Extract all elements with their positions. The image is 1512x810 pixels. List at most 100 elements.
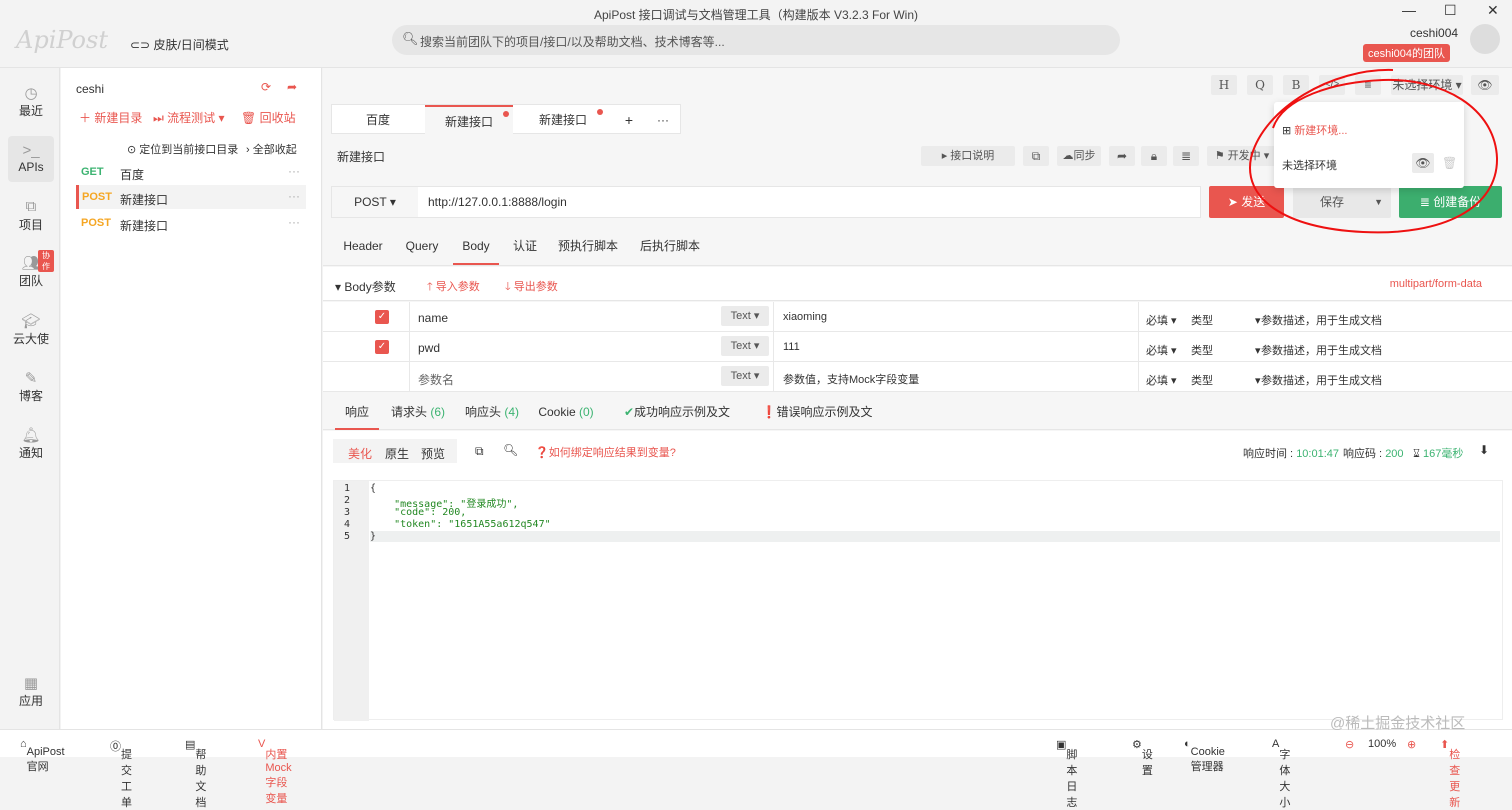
label: 脚本日志: [1066, 749, 1078, 809]
maximize-button[interactable]: ☐: [1444, 2, 1457, 19]
copy-icon[interactable]: ⧉: [475, 444, 484, 459]
beautify-tab[interactable]: 美化: [348, 445, 372, 462]
checkbox[interactable]: ✓: [375, 340, 389, 354]
settings-button[interactable]: ⚙ 设置: [1132, 738, 1153, 777]
cookie-manager-button[interactable]: ◐ Cookie管理器: [1184, 738, 1225, 773]
param-desc[interactable]: 参数描述，用于生成文档: [1261, 312, 1382, 328]
nav-apps[interactable]: ▦ 应用: [8, 668, 54, 714]
tree-item-active[interactable]: POST 新建接口 ···: [76, 185, 306, 209]
nav-recent[interactable]: ◷ 最近: [8, 78, 54, 124]
team-badge[interactable]: ceshi004的团队: [1363, 44, 1451, 62]
share-icon[interactable]: ➦: [1109, 146, 1135, 166]
add-tab-button[interactable]: +: [614, 105, 644, 135]
param-value[interactable]: xiaoming: [783, 311, 827, 323]
body-collapse[interactable]: ▾ Body参数: [335, 278, 396, 295]
nav-ambassador[interactable]: 🎓︎ 云大使: [8, 306, 54, 352]
value-type-select[interactable]: 类型 ▾: [1191, 372, 1261, 388]
param-row: ✓ name Text ▾ xiaoming 必填 ▾ 类型 ▾ 参数描述，用于生成文档: [323, 302, 1512, 332]
download-icon[interactable]: ⬇: [1479, 443, 1489, 457]
minimize-button[interactable]: —: [1402, 2, 1416, 18]
nav-notify[interactable]: 🔔︎ 通知: [8, 420, 54, 466]
checkbox[interactable]: ✓: [375, 310, 389, 324]
required-select[interactable]: 必填 ▾: [1146, 372, 1177, 388]
tab-baidu[interactable]: 百度: [332, 105, 424, 135]
tab-pre-script[interactable]: 预执行脚本: [553, 231, 623, 261]
param-key[interactable]: name: [418, 311, 448, 325]
nav-blog[interactable]: ✎ 博客: [8, 363, 54, 409]
mock-link[interactable]: V 内置Mock字段变量: [258, 738, 292, 805]
value-type-select[interactable]: 类型 ▾: [1191, 312, 1261, 328]
flow-test-button[interactable]: ⏭ 流程测试 ▾: [153, 109, 225, 126]
username[interactable]: ceshi004: [1410, 26, 1458, 40]
ticket-link[interactable]: ⓪ 提交工单: [110, 738, 132, 809]
body-type-select[interactable]: multipart/form-data: [1390, 278, 1482, 290]
tab-new-api[interactable]: 新建接口: [517, 105, 609, 135]
more-icon[interactable]: ···: [288, 189, 300, 203]
search-input[interactable]: 🔍︎ 搜索当前团队下的项目/接口/以及帮助文档、技术博客等...: [392, 25, 1120, 55]
bind-help-link[interactable]: ❓如何绑定响应结果到变量?: [535, 444, 676, 460]
param-type-select[interactable]: Text ▾: [721, 306, 769, 326]
refresh-icon[interactable]: ⟳: [261, 80, 271, 94]
database-icon[interactable]: ≣: [1173, 146, 1199, 166]
param-value[interactable]: 111: [783, 341, 800, 353]
param-type-select[interactable]: Text ▾: [721, 366, 769, 386]
tree-item[interactable]: POST 新建接口 ···: [76, 211, 306, 235]
param-desc[interactable]: 参数描述，用于生成文档: [1261, 342, 1382, 358]
close-button[interactable]: ✕: [1487, 2, 1499, 19]
skin-toggle[interactable]: ⊂⊃ 皮肤/日间模式: [130, 36, 229, 53]
method-select[interactable]: POST ▾: [332, 187, 418, 217]
share-icon[interactable]: ➦: [287, 80, 297, 94]
sync-button[interactable]: ☁同步: [1057, 146, 1101, 166]
tab-success-doc[interactable]: ✔成功响应示例及文档: [619, 397, 735, 449]
more-tabs-button[interactable]: ···: [648, 105, 678, 135]
collapse-all-button[interactable]: › 全部收起: [246, 141, 297, 157]
avatar[interactable]: [1470, 24, 1500, 54]
tab-auth[interactable]: 认证: [505, 231, 545, 261]
heading-button[interactable]: H: [1211, 75, 1237, 95]
tab-body[interactable]: Body: [453, 231, 499, 265]
param-key[interactable]: 参数名: [418, 371, 454, 388]
new-dir-button[interactable]: ＋ 新建目录: [79, 109, 142, 126]
site-link[interactable]: ⌂ ApiPost官网: [20, 738, 65, 773]
tab-error-doc[interactable]: ❗错误响应示例及文档: [759, 397, 875, 449]
required-select[interactable]: 必填 ▾: [1146, 342, 1177, 358]
export-params-button[interactable]: 🡓 导出参数: [505, 278, 558, 297]
required-select[interactable]: 必填 ▾: [1146, 312, 1177, 328]
tab-response-headers[interactable]: 响应头 (4): [463, 397, 521, 427]
tab-query[interactable]: Query: [395, 231, 449, 261]
param-key[interactable]: pwd: [418, 341, 440, 355]
copy-icon[interactable]: ⧉: [1023, 146, 1049, 166]
tab-cookie[interactable]: Cookie (0): [537, 397, 595, 427]
nav-team[interactable]: 👥︎ 团队 协作: [8, 248, 54, 294]
url-input[interactable]: http://127.0.0.1:8888/login: [428, 195, 567, 209]
tab-header[interactable]: Header: [335, 231, 391, 261]
tab-response[interactable]: 响应: [335, 397, 379, 430]
more-icon[interactable]: ···: [288, 164, 300, 178]
param-desc[interactable]: 参数描述，用于生成文档: [1261, 372, 1382, 388]
api-doc-button[interactable]: ▸ 接口说明: [921, 146, 1015, 166]
tab-request-headers[interactable]: 请求头 (6): [389, 397, 447, 427]
locate-button[interactable]: ⊙ 定位到当前接口目录: [127, 141, 238, 157]
nav-projects[interactable]: ⧉ 项目: [8, 192, 54, 238]
search-icon[interactable]: 🔍︎: [503, 443, 518, 457]
tab-post-script[interactable]: 后执行脚本: [635, 231, 705, 261]
param-row: ✓ pwd Text ▾ 111 必填 ▾ 类型 ▾ 参数描述，用于生成文档: [323, 332, 1512, 362]
tab-new-api-active[interactable]: 新建接口: [425, 105, 513, 135]
help-link[interactable]: ▤ 帮助文档: [185, 738, 206, 809]
more-icon[interactable]: ···: [288, 215, 300, 229]
raw-tab[interactable]: 原生: [385, 445, 409, 462]
zoom-in-icon[interactable]: ⊕: [1407, 738, 1416, 751]
nav-apis[interactable]: >_ APIs: [8, 136, 54, 182]
script-log-button[interactable]: ▣ 脚本日志: [1056, 738, 1077, 809]
tree-item[interactable]: GET 百度 ···: [76, 160, 306, 184]
check-update-button[interactable]: ⬆ 检查更新: [1440, 738, 1460, 809]
lock-icon[interactable]: 🔒︎: [1141, 146, 1167, 166]
preview-tab[interactable]: 预览: [421, 445, 445, 462]
zoom-out-icon[interactable]: ⊖: [1345, 738, 1354, 751]
param-value[interactable]: 参数值，支持Mock字段变量: [783, 371, 919, 387]
value-type-select[interactable]: 类型 ▾: [1191, 342, 1261, 358]
api-name[interactable]: 新建接口: [337, 148, 385, 165]
param-type-select[interactable]: Text ▾: [721, 336, 769, 356]
recycle-button[interactable]: 🗑︎ 回收站: [241, 109, 296, 126]
import-params-button[interactable]: 🡑 导入参数: [427, 278, 480, 297]
